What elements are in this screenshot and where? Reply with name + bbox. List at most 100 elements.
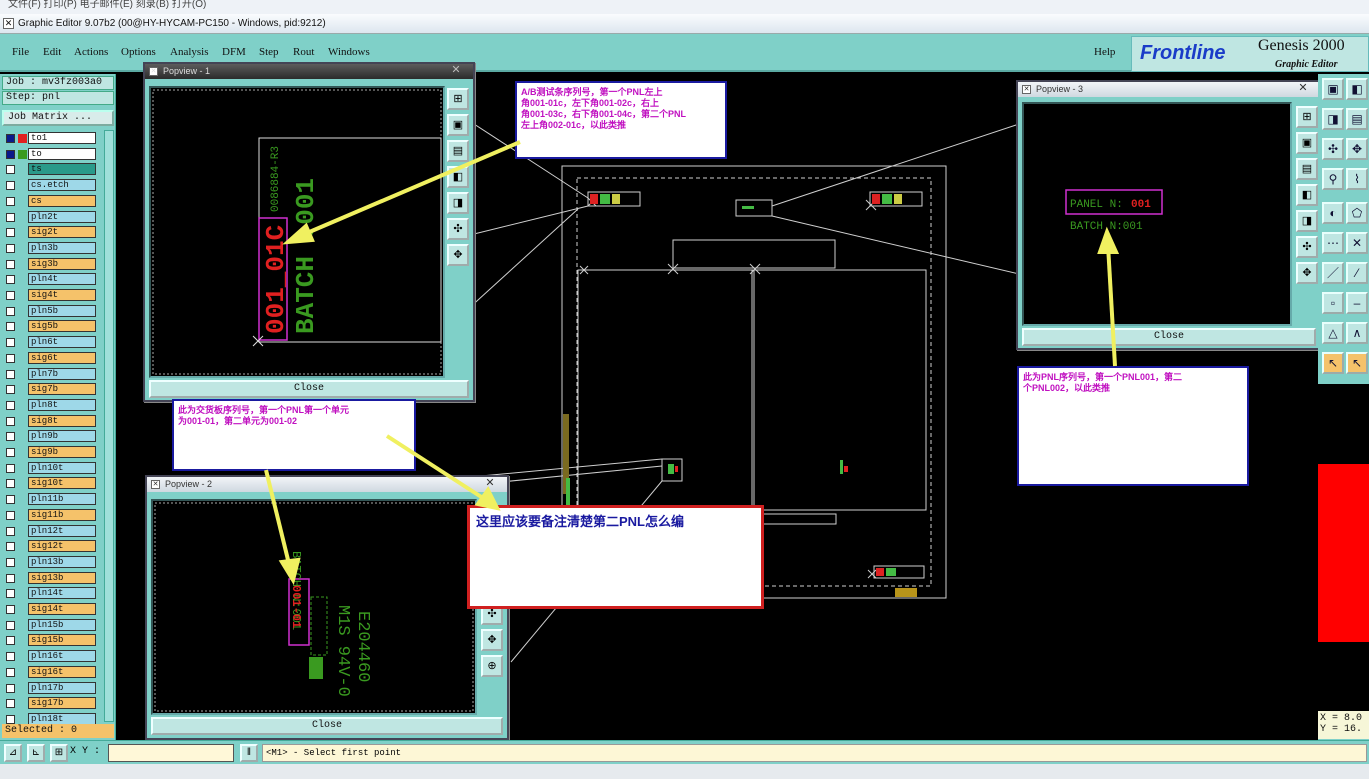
zoom-center-icon[interactable]: ✥ <box>481 629 503 651</box>
layer-checkbox[interactable] <box>6 243 15 253</box>
layer-checkbox[interactable] <box>6 259 15 269</box>
layer-checkbox[interactable] <box>6 714 15 724</box>
layer-row[interactable]: sig10t <box>4 477 102 490</box>
popview-1-titlebar[interactable]: ✕ Popview - 1 ✕ <box>145 64 473 79</box>
popview-1-window[interactable]: ✕ Popview - 1 ✕ 001_01C BATCH :001 00868… <box>143 62 475 402</box>
layer-checkbox[interactable] <box>6 291 15 300</box>
layer-row[interactable]: ts <box>4 163 102 176</box>
layer-checkbox[interactable] <box>6 479 15 489</box>
layer-checkbox[interactable] <box>6 605 15 614</box>
layer-row[interactable]: pln14t <box>4 587 102 600</box>
pan-icon[interactable]: ⊕ <box>481 655 503 677</box>
menu-options[interactable]: Options <box>121 46 156 58</box>
node-tool-icon[interactable]: ⋯ <box>1322 232 1344 254</box>
layer-row[interactable]: sig11b <box>4 508 102 522</box>
menu-help[interactable]: Help <box>1094 46 1115 58</box>
layer-row[interactable]: to <box>4 147 102 161</box>
pointer-alt-tool-icon[interactable]: ↖ <box>1346 352 1368 374</box>
layer-row[interactable]: sig17b <box>4 697 102 710</box>
layer-checkbox[interactable] <box>6 416 15 426</box>
dash-tool-icon[interactable]: – <box>1346 292 1368 314</box>
layer-row[interactable]: to1 <box>4 132 102 145</box>
layer-checkbox[interactable] <box>6 322 15 332</box>
layer-checkbox[interactable] <box>6 683 15 693</box>
zoom-fit-icon[interactable]: ⊞ <box>1296 106 1318 128</box>
popview-2-close-icon[interactable]: ✕ <box>477 477 503 491</box>
layer-row[interactable]: pln12t <box>4 524 102 538</box>
menu-actions[interactable]: Actions <box>74 46 108 58</box>
layer-checkbox[interactable] <box>6 667 15 677</box>
measure-tool-icon[interactable]: ⚲ <box>1322 168 1344 190</box>
layer-checkbox[interactable] <box>6 636 15 646</box>
zoom-extent-icon[interactable]: ✣ <box>447 218 469 240</box>
layer-checkbox[interactable] <box>6 495 15 505</box>
ruler-tool-icon[interactable]: ⌇ <box>1346 168 1368 190</box>
zoom-fit-icon[interactable]: ⊞ <box>447 88 469 110</box>
layer-checkbox[interactable] <box>6 369 15 379</box>
layer-row[interactable]: sig12t <box>4 540 102 553</box>
zoom-tool-icon[interactable]: ◧ <box>1346 78 1368 100</box>
layer-row[interactable]: sig14t <box>4 603 102 616</box>
layer-checkbox[interactable] <box>6 400 15 410</box>
popview-2-canvas[interactable]: BATCH N:001 001-01 E204460 M1S 94V-0 <box>151 499 477 715</box>
layer-row[interactable]: sig13b <box>4 571 102 585</box>
layer-checkbox[interactable] <box>6 165 15 175</box>
layer-checkbox[interactable] <box>6 338 15 348</box>
layer-checkbox[interactable] <box>6 463 15 473</box>
layer-checkbox[interactable] <box>6 589 15 599</box>
zoom-extent-icon[interactable]: ✣ <box>1296 236 1318 258</box>
popview-1-close-button[interactable]: Close <box>149 380 469 398</box>
layer-checkbox[interactable] <box>6 542 15 552</box>
layer-row[interactable]: pln13b <box>4 555 102 569</box>
layer-checkbox[interactable] <box>6 149 15 159</box>
layer-row[interactable]: pln2t <box>4 210 102 224</box>
line-tool-icon[interactable]: ／ <box>1322 262 1344 284</box>
copy-tool-icon[interactable]: ▤ <box>1346 108 1368 130</box>
zoom-out-icon[interactable]: ▤ <box>447 140 469 162</box>
cut-tool-icon[interactable]: ✕ <box>1346 232 1368 254</box>
layer-row[interactable]: pln3b <box>4 241 102 255</box>
layer-row[interactable]: pln7b <box>4 367 102 381</box>
layer-row[interactable]: cs.etch <box>4 179 102 192</box>
layer-checkbox[interactable] <box>6 134 15 143</box>
select-tool-icon[interactable]: ▣ <box>1322 78 1344 100</box>
pad-tool-icon[interactable]: ▫ <box>1322 292 1344 314</box>
layer-row[interactable]: cs <box>4 194 102 208</box>
grid-icon[interactable]: ⊞ <box>50 744 68 762</box>
pan-right-icon[interactable]: ◨ <box>1296 210 1318 232</box>
layer-row[interactable]: pln15b <box>4 618 102 632</box>
popview-3-window[interactable]: ✕ Popview - 3 ✕ PANEL N: 001 BATCH N:001… <box>1016 80 1322 350</box>
job-matrix-button[interactable]: Job Matrix ... <box>2 110 114 126</box>
layer-row[interactable]: pln5b <box>4 304 102 318</box>
zoom-in-icon[interactable]: ▣ <box>1296 132 1318 154</box>
menu-windows[interactable]: Windows <box>328 46 370 58</box>
layer-checkbox[interactable] <box>6 385 15 395</box>
layer-checkbox[interactable] <box>6 620 15 630</box>
popview-2-window[interactable]: ✕ Popview - 2 ✕ BATCH N:001 001-01 E2044… <box>145 475 509 740</box>
layer-row[interactable]: sig4t <box>4 289 102 302</box>
layer-checkbox[interactable] <box>6 573 15 583</box>
layer-row[interactable]: sig6t <box>4 351 102 365</box>
layer-row[interactable]: sig15b <box>4 634 102 647</box>
layer-row[interactable]: pln8t <box>4 398 102 412</box>
layer-checkbox[interactable] <box>6 228 15 238</box>
layer-checkbox[interactable] <box>6 510 15 520</box>
menu-rout[interactable]: Rout <box>293 46 314 58</box>
layer-checkbox[interactable] <box>6 196 15 206</box>
move-tool-icon[interactable]: ◨ <box>1322 108 1344 130</box>
layer-checkbox[interactable] <box>6 212 15 222</box>
pan-left-icon[interactable]: ◧ <box>1296 184 1318 206</box>
popview-2-close-button[interactable]: Close <box>151 717 503 735</box>
snap-icon[interactable]: ⊿ <box>4 744 22 762</box>
triangle-tool-icon[interactable]: △ <box>1322 322 1344 344</box>
grid-snap-icon[interactable]: ⊾ <box>27 744 45 762</box>
menu-file[interactable]: File <box>12 46 29 58</box>
pan-left-icon[interactable]: ◧ <box>447 166 469 188</box>
angle-tool-icon[interactable]: ∧ <box>1346 322 1368 344</box>
layer-row[interactable]: sig2t <box>4 226 102 239</box>
menu-dfm[interactable]: DFM <box>222 46 246 58</box>
layer-row[interactable]: sig16t <box>4 665 102 679</box>
menu-analysis[interactable]: Analysis <box>170 46 209 58</box>
layer-row[interactable]: pln9b <box>4 430 102 443</box>
pan-right-icon[interactable]: ◨ <box>447 192 469 214</box>
